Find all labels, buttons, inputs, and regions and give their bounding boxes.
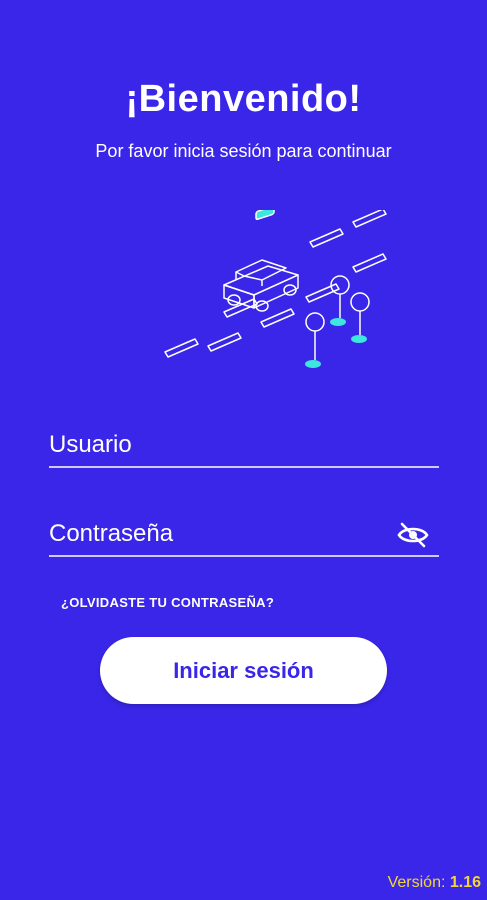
- version-number: 1.16: [449, 874, 481, 891]
- taxi-route-illustration: [164, 210, 387, 368]
- road-dashes-top: [309, 210, 387, 248]
- welcome-title: ¡Bienvenido!: [125, 78, 362, 120]
- password-field[interactable]: [49, 513, 439, 557]
- taxi-car-icon: [223, 210, 299, 312]
- username-input[interactable]: [49, 424, 439, 466]
- login-button[interactable]: Iniciar sesión: [100, 637, 387, 704]
- welcome-subtitle: Por favor inicia sesión para continuar: [95, 141, 392, 161]
- forgot-password-link[interactable]: ¿OLVIDASTE TU CONTRASEÑA?: [61, 595, 274, 610]
- app-version: Versión: 1.16: [388, 874, 481, 892]
- password-input[interactable]: [49, 513, 439, 555]
- eye-off-icon[interactable]: [397, 521, 429, 549]
- road-dashes-bottom: [164, 298, 258, 358]
- username-field[interactable]: [49, 424, 439, 468]
- version-label: Versión:: [387, 874, 446, 891]
